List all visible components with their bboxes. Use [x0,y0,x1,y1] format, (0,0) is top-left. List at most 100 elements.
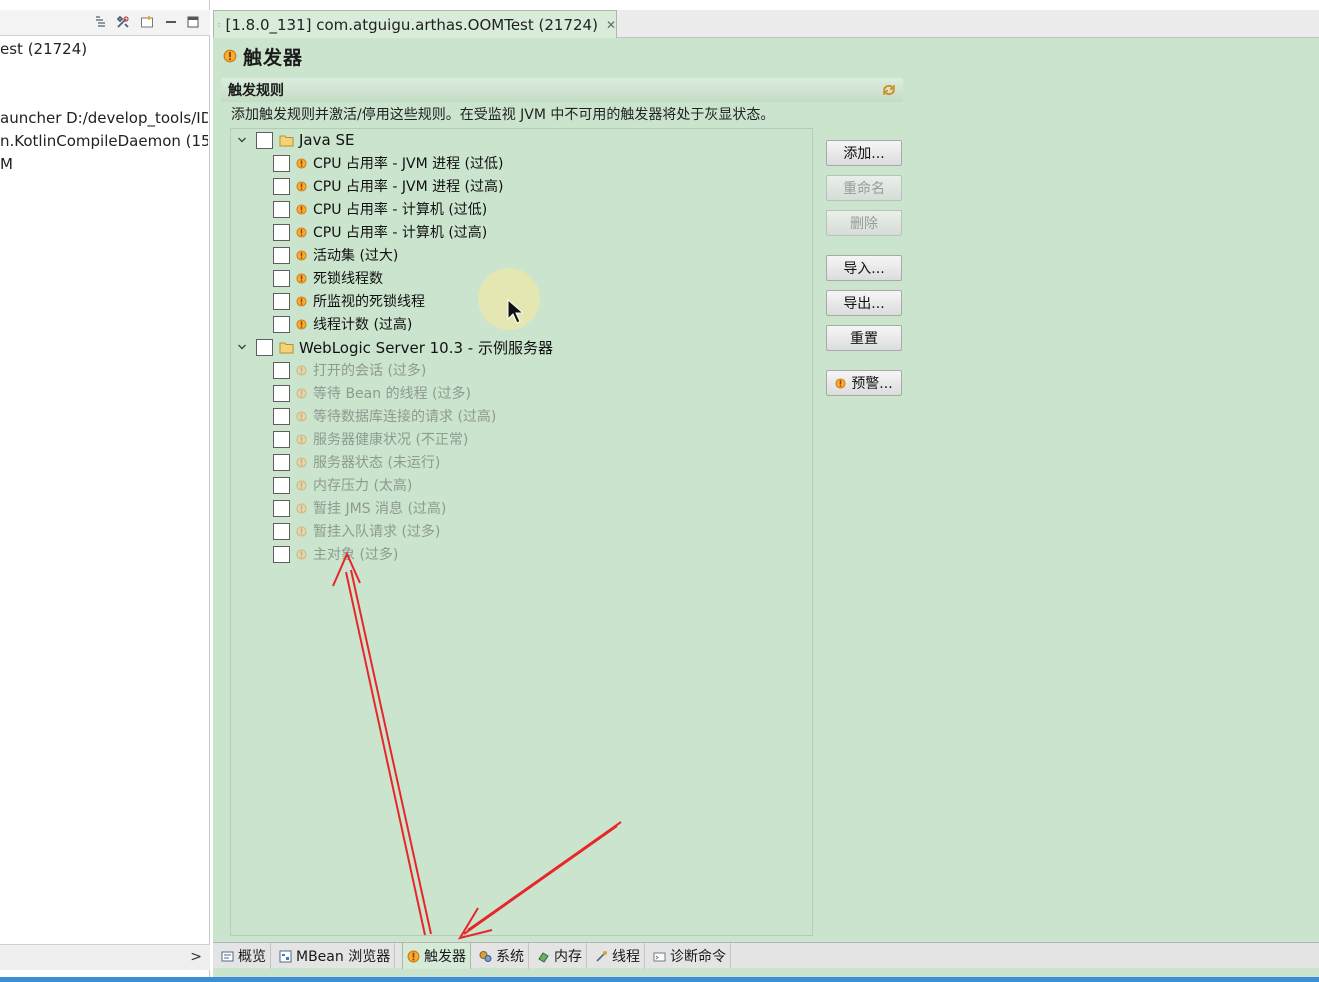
tree-item[interactable]: 所监视的死锁线程 [273,290,425,312]
left-toolbar [0,10,210,36]
tab-label: 内存 [554,949,582,965]
warning-icon [296,525,307,537]
section-title: 触发规则 [228,83,284,99]
tools-icon[interactable] [116,15,130,29]
warning-icon [296,226,307,238]
tree-item-label: 等待数据库连接的请求 (过高) [313,409,497,425]
tab-triggers[interactable]: 触发器 [402,943,471,969]
warning-icon [296,157,307,169]
section-header: 触发规则 [221,78,903,102]
maximize-icon[interactable] [186,15,200,29]
item-checkbox[interactable] [273,407,290,425]
warning-icon [296,502,307,514]
minimize-icon[interactable] [164,15,178,29]
tree-item-disabled[interactable]: 主对象 (过多) [273,543,398,565]
warning-icon [296,180,307,192]
tree-item-disabled[interactable]: 服务器状态 (未运行) [273,451,440,473]
tab-label: 概览 [238,949,266,965]
item-checkbox[interactable] [273,545,290,563]
folder-icon [279,135,294,146]
close-icon[interactable]: ✕ [606,18,616,32]
process-item[interactable]: n.KotlinCompileDaemon (15 [0,132,208,150]
new-folder-icon[interactable] [140,15,154,29]
tab-threads[interactable]: 线程 [591,943,645,969]
tree-item[interactable]: 活动集 (过大) [273,244,398,266]
tree-item-disabled[interactable]: 打开的会话 (过多) [273,359,426,381]
tab-memory[interactable]: 内存 [533,943,587,969]
tree-item-label: 暂挂入队请求 (过多) [313,524,441,540]
item-checkbox[interactable] [273,246,290,264]
editor-tab[interactable]: [1.8.0_131] com.atguigu.arthas.OOMTest (… [213,10,617,38]
process-item[interactable]: auncher D:/develop_tools/ID [0,109,208,127]
tree-view-icon[interactable] [94,15,108,29]
tree-item[interactable]: CPU 占用率 - 计算机 (过高) [273,221,487,243]
rename-button[interactable]: 重命名 [826,175,902,201]
item-checkbox[interactable] [273,269,290,287]
trigger-icon [407,950,420,962]
tree-item-label: CPU 占用率 - 计算机 (过高) [313,225,488,241]
warning-icon [296,387,307,399]
tab-diagnostic-commands[interactable]: 诊断命令 [649,943,731,969]
delete-button[interactable]: 删除 [826,210,902,236]
group-checkbox[interactable] [256,338,273,356]
bottom-tab-bar: 概览 MBean 浏览器 触发器 系统 内存 线程 诊断命令 [213,942,1319,969]
item-checkbox[interactable] [273,292,290,310]
add-button[interactable]: 添加... [826,140,902,166]
tree-group-weblogic[interactable]: WebLogic Server 10.3 - 示例服务器 [235,336,553,358]
tree-item-disabled[interactable]: 暂挂 JMS 消息 (过高) [273,497,446,519]
tree-item[interactable]: 死锁线程数 [273,267,383,289]
item-checkbox[interactable] [273,499,290,517]
item-checkbox[interactable] [273,177,290,195]
process-item[interactable]: est (21724) [0,40,208,58]
page-title: 触发器 [243,46,304,69]
tree-item[interactable]: 线程计数 (过高) [273,313,412,335]
tree-item[interactable]: CPU 占用率 - JVM 进程 (过高) [273,175,503,197]
reset-button[interactable]: 重置 [826,325,902,351]
item-checkbox[interactable] [273,522,290,540]
tree-item-disabled[interactable]: 暂挂入队请求 (过多) [273,520,440,542]
export-button[interactable]: 导出... [826,290,902,316]
alerts-button-label: 预警... [851,376,893,392]
tab-label: 线程 [612,949,640,965]
scroll-right-icon[interactable]: > [190,949,202,965]
mbean-browser-icon [279,950,292,962]
item-checkbox[interactable] [273,154,290,172]
warning-icon [296,410,307,422]
trigger-icon [223,49,237,63]
item-checkbox[interactable] [273,315,290,333]
trigger-rules-section: 触发规则 添加触发规则并激活/停用这些规则。在受监视 JVM 中不可用的触发器将… [221,78,903,942]
item-checkbox[interactable] [273,453,290,471]
warning-icon [296,272,307,284]
item-checkbox[interactable] [273,430,290,448]
tree-group-label: Java SE [299,131,355,149]
tree-group-java-se[interactable]: Java SE [235,129,354,151]
tab-mbean-browser[interactable]: MBean 浏览器 [275,943,396,969]
tab-system[interactable]: 系统 [475,943,529,969]
alerts-button[interactable]: 预警... [826,370,902,396]
item-checkbox[interactable] [273,476,290,494]
tree-item[interactable]: CPU 占用率 - JVM 进程 (过低) [273,152,503,174]
folder-icon [279,342,294,353]
tree-item[interactable]: CPU 占用率 - 计算机 (过低) [273,198,487,220]
tree-item-disabled[interactable]: 服务器健康状况 (不正常) [273,428,468,450]
warning-icon [835,377,846,389]
item-checkbox[interactable] [273,223,290,241]
import-button[interactable]: 导入... [826,255,902,281]
sync-icon[interactable] [881,82,897,98]
tree-item-label: 内存压力 (太高) [313,478,413,494]
item-checkbox[interactable] [273,361,290,379]
tree-item-disabled[interactable]: 等待 Bean 的线程 (过多) [273,382,471,404]
chevron-down-icon[interactable] [235,133,249,147]
editor-tab-strip: [1.8.0_131] com.atguigu.arthas.OOMTest (… [213,10,1319,38]
left-scrollbar[interactable]: > [0,944,210,970]
process-item[interactable]: M [0,155,208,173]
item-checkbox[interactable] [273,200,290,218]
tree-item-disabled[interactable]: 等待数据库连接的请求 (过高) [273,405,496,427]
group-checkbox[interactable] [256,131,273,149]
item-checkbox[interactable] [273,384,290,402]
tree-item-label: 等待 Bean 的线程 (过多) [313,386,471,402]
tree-item-label: 活动集 (过大) [313,248,399,264]
tree-item-disabled[interactable]: 内存压力 (太高) [273,474,412,496]
tab-overview[interactable]: 概览 [217,943,271,969]
chevron-down-icon[interactable] [235,340,249,354]
